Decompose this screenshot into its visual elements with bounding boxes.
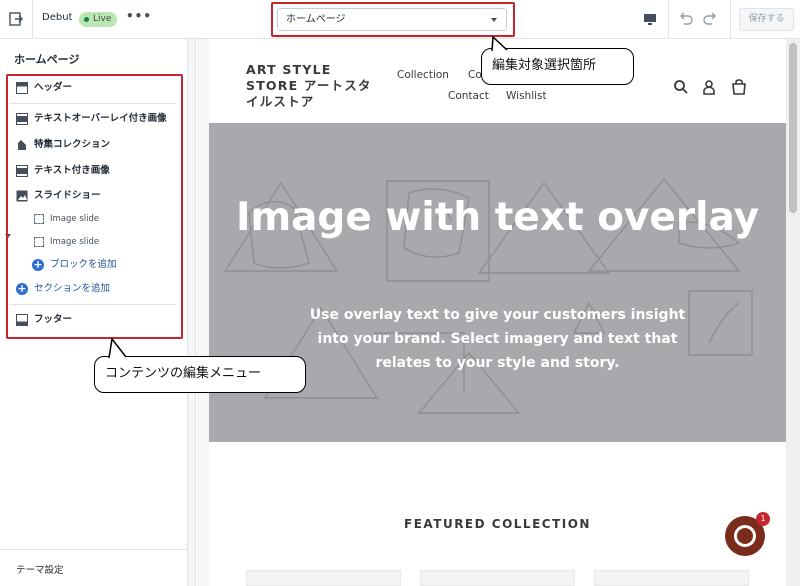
hero-image-overlay[interactable]: Image with text overlay Use overlay text… xyxy=(209,123,786,442)
search-icon[interactable] xyxy=(673,79,689,95)
redo-icon[interactable] xyxy=(702,10,718,26)
store-preview: ART STYLE STORE アートスタイルストア Collection Co… xyxy=(209,39,786,586)
more-actions-button[interactable]: ••• xyxy=(126,9,152,23)
product-card[interactable] xyxy=(420,570,575,586)
product-card[interactable] xyxy=(246,570,401,586)
sidebar-scrollbar[interactable] xyxy=(188,39,196,586)
notification-badge: 1 xyxy=(756,512,770,526)
callout-tail xyxy=(491,36,508,52)
hero-line-illustration xyxy=(223,177,753,414)
divider xyxy=(668,0,669,39)
preview-scrollbar[interactable] xyxy=(786,39,800,586)
nav-link-contact[interactable]: Contact xyxy=(448,90,489,102)
scrollbar-thumb[interactable] xyxy=(789,43,797,213)
exit-icon[interactable] xyxy=(8,11,24,27)
nav-link-collection[interactable]: Collection xyxy=(397,69,449,81)
sections-sidebar: ホームページ ヘッダー テキストオーバーレイ付き画像 特集コレクション テキスト… xyxy=(0,39,188,586)
divider xyxy=(730,0,731,39)
page-select-highlight-box xyxy=(271,2,515,37)
cart-icon[interactable] xyxy=(731,79,747,95)
account-icon[interactable] xyxy=(701,79,717,95)
callout-selector: 編集対象選択箇所 xyxy=(481,48,634,85)
nav-link-co[interactable]: Co xyxy=(468,69,482,81)
sidebar-footer: テーマ設定 xyxy=(0,549,188,586)
hero-title: Image with text overlay xyxy=(235,195,760,240)
desktop-preview-icon[interactable] xyxy=(643,12,657,26)
hero-description: Use overlay text to give your customers … xyxy=(309,307,686,371)
content-menu-highlight-box xyxy=(6,74,183,339)
save-button[interactable]: 保存する xyxy=(739,8,794,31)
featured-collection-title: FEATURED COLLECTION xyxy=(404,517,591,531)
callout-content-menu: コンテンツの編集メニュー xyxy=(94,356,306,393)
callout-tail xyxy=(108,337,127,359)
undo-icon[interactable] xyxy=(678,10,694,26)
divider xyxy=(32,0,33,39)
sidebar-title: ホームページ xyxy=(14,53,80,66)
theme-settings-link[interactable]: テーマ設定 xyxy=(16,562,64,576)
product-card[interactable] xyxy=(594,570,749,586)
store-logo[interactable]: ART STYLE STORE アートスタイルストア xyxy=(246,62,376,110)
live-status-badge: Live xyxy=(79,12,118,27)
nav-link-wishlist[interactable]: Wishlist xyxy=(506,90,547,102)
theme-name: Debut xyxy=(42,12,73,23)
editor-topbar: Debut Live ••• ホームページ 保存する xyxy=(0,0,800,39)
